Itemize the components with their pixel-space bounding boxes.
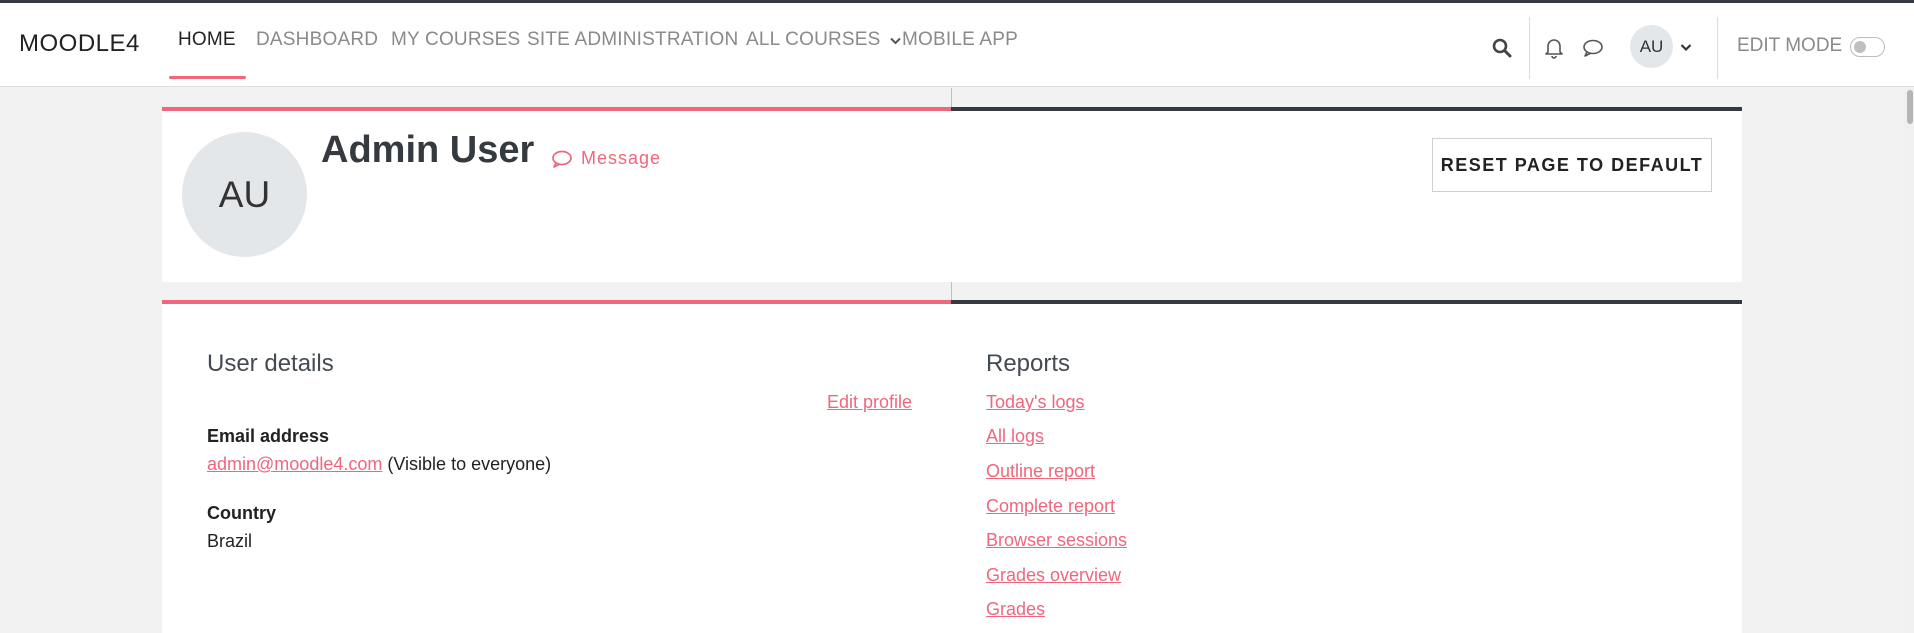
navbar-separator [1529,17,1530,79]
nav-all-courses[interactable]: ALL COURSES [746,29,901,51]
chevron-down-icon [890,29,901,51]
body-dark-bar [951,300,1742,304]
reset-page-button[interactable]: RESET PAGE TO DEFAULT [1432,138,1712,192]
header-accent-bar [162,107,952,111]
nav-all-courses-label: ALL COURSES [746,29,881,51]
user-menu-chevron-down-icon[interactable] [1680,39,1692,57]
reports-title: Reports [986,350,1071,377]
email-label: Email address [207,426,330,446]
report-link-todays-logs[interactable]: Today's logs [986,392,1085,413]
profile-name: Admin User [321,129,535,171]
chat-bubble-icon[interactable] [1581,36,1605,60]
report-link-browser-sessions[interactable]: Browser sessions [986,530,1127,551]
search-icon[interactable] [1490,36,1514,60]
email-visibility: (Visible to everyone) [387,454,552,474]
user-avatar[interactable]: AU [1630,25,1673,68]
report-link-grades[interactable]: Grades [986,599,1045,620]
nav-site-administration[interactable]: SITE ADMINISTRATION [527,29,738,51]
body-accent-bar [162,300,952,304]
edit-profile-link[interactable]: Edit profile [827,392,912,413]
report-link-outline-report[interactable]: Outline report [986,461,1095,482]
site-brand[interactable]: MOODLE4 [19,30,140,58]
country-label: Country [207,503,276,523]
report-link-all-logs[interactable]: All logs [986,426,1044,447]
report-link-complete-report[interactable]: Complete report [986,496,1115,517]
report-link-grades-overview[interactable]: Grades overview [986,565,1121,586]
edit-mode-label: EDIT MODE [1737,35,1843,56]
toggle-knob [1854,41,1866,53]
scrollbar-thumb[interactable] [1907,90,1913,124]
message-icon [552,150,572,168]
bell-icon[interactable] [1542,36,1566,60]
country-value: Brazil [207,531,253,551]
profile-avatar: AU [182,132,307,257]
email-row: admin@moodle4.com (Visible to everyone) [207,454,551,475]
page-scrollbar[interactable] [1904,88,1914,633]
nav-active-indicator [169,76,246,79]
header-dark-bar [951,107,1742,111]
nav-home[interactable]: HOME [178,29,236,51]
navbar-separator [1717,17,1718,79]
top-navbar: MOODLE4 HOME DASHBOARD MY COURSES SITE A… [0,3,1914,87]
user-details-title: User details [207,350,334,377]
message-label: Message [581,148,662,168]
email-link[interactable]: admin@moodle4.com [207,454,382,474]
nav-mobile-app[interactable]: MOBILE APP [902,29,1018,51]
nav-dashboard[interactable]: DASHBOARD [256,29,378,51]
message-button[interactable]: Message [551,148,661,169]
edit-mode-toggle[interactable] [1850,37,1885,57]
divider-line [951,282,952,300]
divider-line [951,88,952,108]
nav-my-courses[interactable]: MY COURSES [391,29,520,51]
